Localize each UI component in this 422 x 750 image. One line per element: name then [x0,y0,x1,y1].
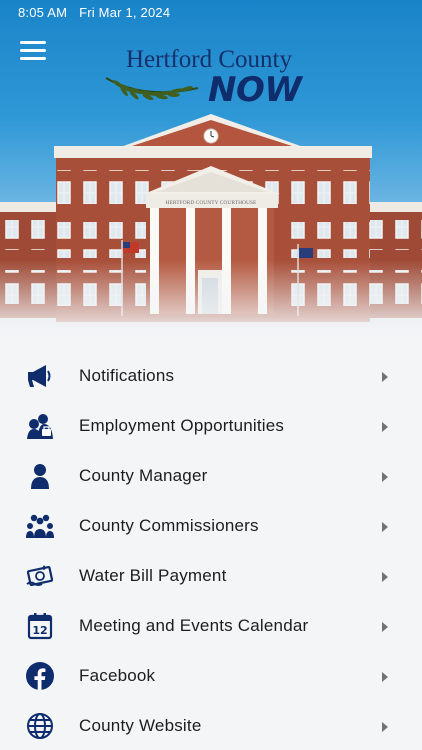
chevron-right-icon [382,622,388,632]
status-time: 8:05 AM [18,5,68,20]
logo-now: NOW [208,70,302,110]
menu-item-county-manager[interactable]: County Manager [0,450,422,500]
hero-banner: 8:05 AM Fri Mar 1, 2024 Hertford County … [0,0,422,338]
chevron-right-icon [382,422,388,432]
menu-item-notifications[interactable]: Notifications [0,350,422,400]
water-bill-icon [26,562,54,590]
chevron-right-icon [382,572,388,582]
hamburger-menu-button[interactable] [20,41,46,63]
facebook-icon [26,662,54,690]
menu-item-water-bill-payment[interactable]: Water Bill Payment [0,550,422,600]
hamburger-icon-bar [20,49,46,52]
megaphone-icon [26,362,54,390]
hamburger-icon-bar [20,57,46,60]
menu-item-label: County Website [79,716,202,735]
menu-item-label: Water Bill Payment [79,566,227,585]
menu-list: Notifications Employment Opportunities C… [0,350,422,750]
chevron-right-icon [382,722,388,732]
menu-item-label: Meeting and Events Calendar [79,616,309,635]
menu-item-meeting-events-calendar[interactable]: 12 Meeting and Events Calendar [0,600,422,650]
menu-item-employment-opportunities[interactable]: Employment Opportunities [0,400,422,450]
calendar-icon: 12 [26,612,54,640]
chevron-right-icon [382,372,388,382]
menu-item-label: County Commissioners [79,516,259,535]
menu-item-label: Employment Opportunities [79,416,285,435]
courthouse-image: HERTFORD COUNTY COURTHOUSE [0,114,422,338]
wheat-leaf-icon [105,77,199,100]
menu-item-label: Notifications [79,366,175,385]
employment-icon [26,412,54,440]
menu-item-county-commissioners[interactable]: County Commissioners [0,500,422,550]
courthouse-sign: HERTFORD COUNTY COURTHOUSE [166,200,257,206]
app-logo: Hertford County NOW [104,44,314,110]
chevron-right-icon [382,472,388,482]
chevron-right-icon [382,672,388,682]
menu-item-label: County Manager [79,466,208,485]
globe-icon [26,712,54,740]
menu-item-facebook[interactable]: Facebook [0,650,422,700]
status-bar: 8:05 AM Fri Mar 1, 2024 [18,5,170,20]
person-icon [26,462,54,490]
menu-item-county-website[interactable]: County Website [0,700,422,750]
svg-text:12: 12 [32,624,47,637]
status-date: Fri Mar 1, 2024 [79,5,171,20]
group-icon [26,512,54,540]
menu-item-label: Facebook [79,666,156,685]
hamburger-icon [20,41,46,44]
chevron-right-icon [382,522,388,532]
